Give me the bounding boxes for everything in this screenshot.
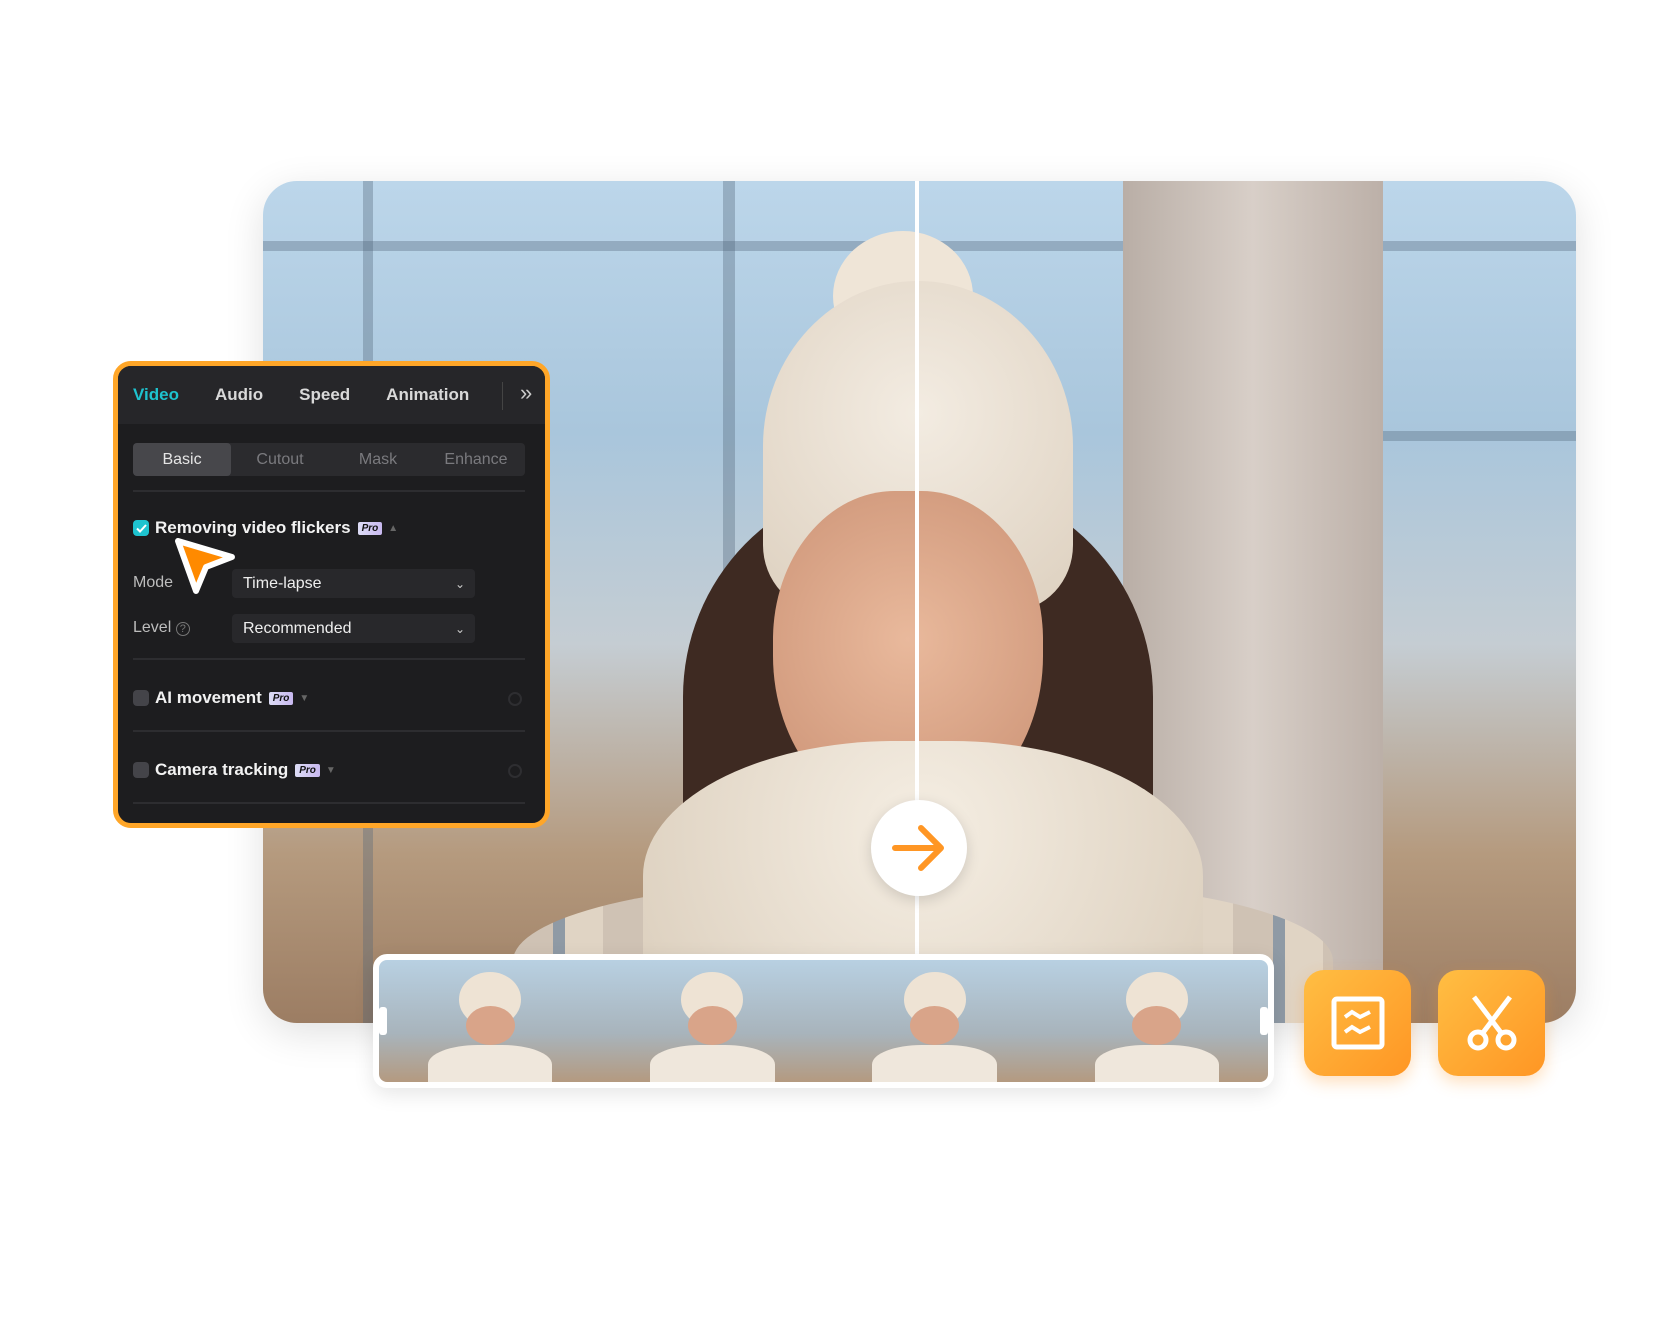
tab-separator bbox=[502, 382, 503, 410]
ai-movement-checkbox[interactable] bbox=[133, 690, 149, 706]
chevrons-right-icon[interactable]: » bbox=[520, 380, 532, 406]
film-frame bbox=[379, 960, 602, 1082]
ai-movement-option: AI movement Pro ▼ bbox=[133, 688, 309, 708]
level-dropdown[interactable]: Recommended ⌄ bbox=[232, 614, 475, 643]
subtab-mask[interactable]: Mask bbox=[329, 443, 427, 476]
trim-handle-right[interactable] bbox=[1260, 1007, 1268, 1035]
help-icon[interactable]: ? bbox=[175, 622, 190, 636]
film-frame bbox=[823, 960, 1046, 1082]
pro-badge: Pro bbox=[268, 691, 294, 705]
film-frame bbox=[1045, 960, 1268, 1082]
divider bbox=[133, 730, 525, 732]
subtab-basic[interactable]: Basic bbox=[133, 443, 231, 476]
compare-divider[interactable] bbox=[915, 181, 919, 1023]
reset-icon[interactable] bbox=[508, 764, 522, 778]
caret-down-icon[interactable]: ▼ bbox=[299, 693, 309, 704]
ai-movement-label: AI movement bbox=[155, 688, 262, 707]
level-value: Recommended bbox=[243, 619, 352, 637]
chevron-down-icon: ⌄ bbox=[454, 576, 465, 591]
camera-tracking-checkbox[interactable] bbox=[133, 762, 149, 778]
divider bbox=[133, 490, 525, 492]
level-label-text: Level bbox=[133, 619, 172, 636]
arrow-right-icon bbox=[892, 825, 944, 871]
divider bbox=[133, 658, 525, 660]
scissors-icon bbox=[1467, 995, 1516, 1051]
trim-handle-left[interactable] bbox=[379, 1007, 387, 1035]
subtab-enhance[interactable]: Enhance bbox=[427, 443, 525, 476]
tab-audio[interactable]: Audio bbox=[215, 385, 263, 405]
cut-tool-button[interactable] bbox=[1438, 970, 1545, 1076]
timeline-filmstrip[interactable] bbox=[373, 954, 1274, 1088]
camera-tracking-option: Camera tracking Pro ▼ bbox=[133, 760, 336, 780]
pro-badge: Pro bbox=[357, 521, 383, 535]
deflicker-icon bbox=[1331, 996, 1384, 1050]
tab-speed[interactable]: Speed bbox=[299, 385, 350, 405]
film-frame bbox=[601, 960, 824, 1082]
level-label: Level ? bbox=[133, 619, 190, 637]
chevron-down-icon: ⌄ bbox=[454, 621, 465, 636]
tab-animation[interactable]: Animation bbox=[386, 385, 469, 405]
compare-arrow-button[interactable] bbox=[871, 800, 967, 896]
deflicker-tool-button[interactable] bbox=[1304, 970, 1411, 1076]
check-icon bbox=[135, 523, 147, 533]
mode-value: Time-lapse bbox=[243, 574, 322, 592]
mode-label: Mode bbox=[133, 574, 174, 591]
flicker-checkbox[interactable] bbox=[133, 520, 149, 536]
pointer-cursor-icon bbox=[175, 538, 235, 594]
caret-down-icon[interactable]: ▼ bbox=[326, 765, 336, 776]
window-frame bbox=[1383, 431, 1576, 441]
caret-up-icon[interactable]: ▲ bbox=[388, 523, 398, 534]
reset-icon[interactable] bbox=[508, 692, 522, 706]
pro-badge: Pro bbox=[295, 763, 320, 777]
mode-dropdown[interactable]: Time-lapse ⌄ bbox=[232, 569, 475, 598]
tab-video[interactable]: Video bbox=[133, 385, 179, 405]
panel-tabs: Video Audio Speed Animation bbox=[118, 366, 545, 424]
camera-tracking-label: Camera tracking bbox=[155, 760, 289, 779]
subtab-cutout[interactable]: Cutout bbox=[231, 443, 329, 476]
subtabs: Basic Cutout Mask Enhance bbox=[133, 443, 525, 476]
divider bbox=[133, 802, 525, 804]
